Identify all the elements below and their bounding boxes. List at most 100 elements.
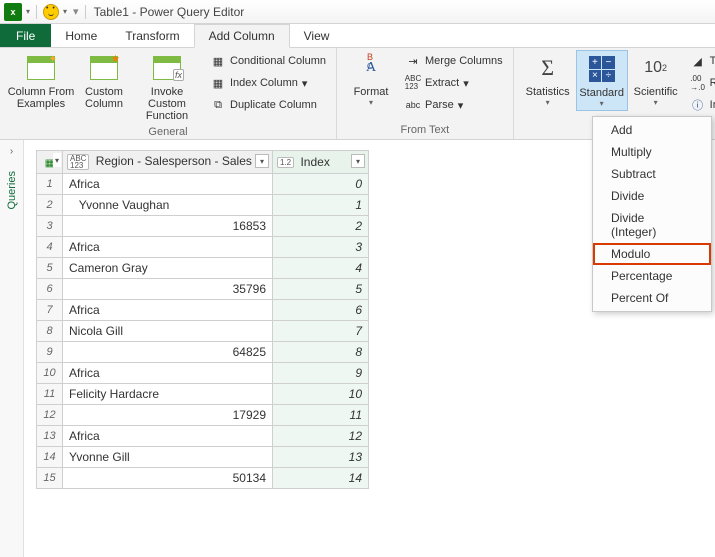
cell-index[interactable]: 14 bbox=[273, 468, 369, 489]
table-row[interactable]: 121792911 bbox=[37, 405, 369, 426]
menu-item-divide-integer[interactable]: Divide (Integer) bbox=[593, 207, 711, 243]
row-number[interactable]: 15 bbox=[37, 468, 63, 489]
qat-dropdown-icon[interactable]: ▾ bbox=[63, 7, 67, 16]
custom-column-button[interactable]: ★ Custom Column bbox=[76, 50, 132, 112]
table-row[interactable]: 9648258 bbox=[37, 342, 369, 363]
menu-item-modulo[interactable]: Modulo bbox=[593, 243, 711, 265]
smiley-icon[interactable] bbox=[43, 4, 59, 20]
tab-file[interactable]: File bbox=[0, 24, 51, 47]
menu-item-percent-of[interactable]: Percent Of bbox=[593, 287, 711, 309]
tab-view[interactable]: View bbox=[290, 24, 344, 47]
conditional-column-button[interactable]: ▦ Conditional Column bbox=[206, 50, 330, 72]
cell-value[interactable]: Nicola Gill bbox=[63, 321, 273, 342]
corner-cell[interactable]: ▦ ▾ bbox=[37, 151, 63, 174]
table-row[interactable]: 10Africa9 bbox=[37, 363, 369, 384]
row-number[interactable]: 3 bbox=[37, 216, 63, 237]
standard-button[interactable]: + − × ÷ Standard ▾ bbox=[576, 50, 628, 111]
cell-value[interactable]: Africa bbox=[63, 426, 273, 447]
merge-columns-button[interactable]: ⇥ Merge Columns bbox=[401, 50, 507, 72]
chevron-down-icon[interactable]: ▾ bbox=[53, 153, 61, 167]
table-row[interactable]: 3168532 bbox=[37, 216, 369, 237]
table-row[interactable]: 6357965 bbox=[37, 279, 369, 300]
statistics-button[interactable]: Σ Statistics ▾ bbox=[520, 50, 576, 109]
filter-dropdown-icon[interactable]: ▾ bbox=[255, 154, 269, 168]
menu-item-subtract[interactable]: Subtract bbox=[593, 163, 711, 185]
cell-value[interactable]: 35796 bbox=[63, 279, 273, 300]
format-button[interactable]: ABC Format ▾ bbox=[343, 50, 399, 109]
table-row[interactable]: 11Felicity Hardacre10 bbox=[37, 384, 369, 405]
cell-index[interactable]: 3 bbox=[273, 237, 369, 258]
row-number[interactable]: 2 bbox=[37, 195, 63, 216]
column-from-examples-button[interactable]: ✦ Column From Examples bbox=[6, 50, 76, 112]
menu-item-multiply[interactable]: Multiply bbox=[593, 141, 711, 163]
row-number[interactable]: 6 bbox=[37, 279, 63, 300]
cell-value[interactable]: 50134 bbox=[63, 468, 273, 489]
index-column-button[interactable]: ▦ Index Column ▾ bbox=[206, 72, 330, 94]
table-row[interactable]: 14Yvonne Gill13 bbox=[37, 447, 369, 468]
cell-value[interactable]: Africa bbox=[63, 300, 273, 321]
menu-item-divide[interactable]: Divide bbox=[593, 185, 711, 207]
qat-overflow[interactable]: ▾ bbox=[73, 5, 79, 18]
duplicate-column-button[interactable]: ⧉ Duplicate Column bbox=[206, 94, 330, 116]
trigonometry-button[interactable]: ◢ Trigon bbox=[686, 50, 715, 72]
qat-dropdown-icon[interactable]: ▾ bbox=[26, 7, 30, 16]
table-row[interactable]: 155013414 bbox=[37, 468, 369, 489]
table-row[interactable]: 1Africa0 bbox=[37, 174, 369, 195]
cell-value[interactable]: 16853 bbox=[63, 216, 273, 237]
cell-index[interactable]: 4 bbox=[273, 258, 369, 279]
parse-button[interactable]: abc Parse ▾ bbox=[401, 94, 507, 116]
menu-item-add[interactable]: Add bbox=[593, 119, 711, 141]
cell-index[interactable]: 12 bbox=[273, 426, 369, 447]
cell-index[interactable]: 2 bbox=[273, 216, 369, 237]
cell-value[interactable]: Africa bbox=[63, 174, 273, 195]
cell-index[interactable]: 1 bbox=[273, 195, 369, 216]
cell-index[interactable]: 8 bbox=[273, 342, 369, 363]
information-button[interactable]: ⓘ Inform bbox=[686, 94, 715, 116]
tab-add-column[interactable]: Add Column bbox=[194, 24, 290, 48]
cell-value[interactable]: Felicity Hardacre bbox=[63, 384, 273, 405]
column-header-region-salesperson-sales[interactable]: ABC 123 Region - Salesperson - Sales ▾ bbox=[63, 151, 273, 174]
cell-value[interactable]: Africa bbox=[63, 363, 273, 384]
invoke-custom-function-button[interactable]: fx Invoke Custom Function bbox=[132, 50, 202, 124]
row-number[interactable]: 10 bbox=[37, 363, 63, 384]
cell-index[interactable]: 9 bbox=[273, 363, 369, 384]
rounding-button[interactable]: .00→.0 Round bbox=[686, 72, 715, 94]
table-row[interactable]: 7Africa6 bbox=[37, 300, 369, 321]
row-number[interactable]: 11 bbox=[37, 384, 63, 405]
extract-button[interactable]: ABC123 Extract ▾ bbox=[401, 72, 507, 94]
table-row[interactable]: 5Cameron Gray4 bbox=[37, 258, 369, 279]
row-number[interactable]: 9 bbox=[37, 342, 63, 363]
row-number[interactable]: 13 bbox=[37, 426, 63, 447]
expand-queries-icon[interactable]: › bbox=[10, 146, 13, 157]
cell-index[interactable]: 6 bbox=[273, 300, 369, 321]
cell-index[interactable]: 7 bbox=[273, 321, 369, 342]
table-row[interactable]: 13Africa12 bbox=[37, 426, 369, 447]
row-number[interactable]: 12 bbox=[37, 405, 63, 426]
cell-value[interactable]: 64825 bbox=[63, 342, 273, 363]
cell-index[interactable]: 10 bbox=[273, 384, 369, 405]
row-number[interactable]: 1 bbox=[37, 174, 63, 195]
row-number[interactable]: 14 bbox=[37, 447, 63, 468]
table-row[interactable]: 2 Yvonne Vaughan1 bbox=[37, 195, 369, 216]
cell-index[interactable]: 5 bbox=[273, 279, 369, 300]
row-number[interactable]: 4 bbox=[37, 237, 63, 258]
table-row[interactable]: 4Africa3 bbox=[37, 237, 369, 258]
queries-pane-collapsed[interactable]: › Queries bbox=[0, 140, 24, 557]
cell-value[interactable]: Cameron Gray bbox=[63, 258, 273, 279]
cell-index[interactable]: 13 bbox=[273, 447, 369, 468]
row-number[interactable]: 8 bbox=[37, 321, 63, 342]
cell-value[interactable]: Africa bbox=[63, 237, 273, 258]
cell-value[interactable]: Yvonne Gill bbox=[63, 447, 273, 468]
cell-value[interactable]: 17929 bbox=[63, 405, 273, 426]
tab-transform[interactable]: Transform bbox=[111, 24, 193, 47]
row-number[interactable]: 5 bbox=[37, 258, 63, 279]
table-row[interactable]: 8Nicola Gill7 bbox=[37, 321, 369, 342]
cell-value[interactable]: Yvonne Vaughan bbox=[63, 195, 273, 216]
row-number[interactable]: 7 bbox=[37, 300, 63, 321]
cell-index[interactable]: 0 bbox=[273, 174, 369, 195]
column-header-index[interactable]: 1.2 Index ▾ bbox=[273, 151, 369, 174]
menu-item-percentage[interactable]: Percentage bbox=[593, 265, 711, 287]
tab-home[interactable]: Home bbox=[51, 24, 111, 47]
cell-index[interactable]: 11 bbox=[273, 405, 369, 426]
scientific-button[interactable]: 102 Scientific ▾ bbox=[628, 50, 684, 109]
